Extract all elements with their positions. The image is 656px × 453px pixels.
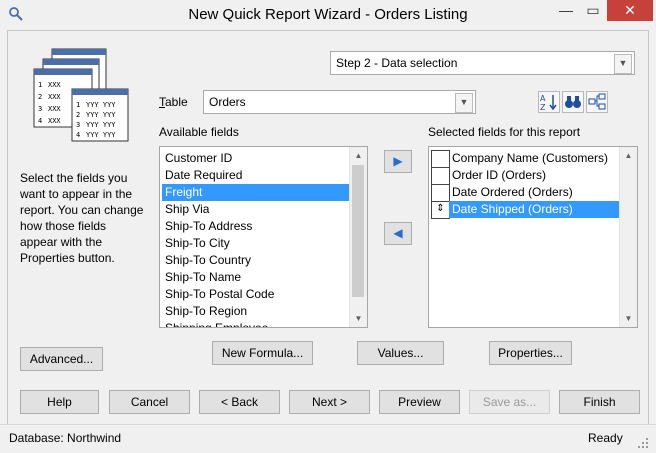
values-button[interactable]: Values... [357, 341, 444, 365]
scroll-up-icon[interactable]: ▲ [350, 147, 367, 164]
minimize-button[interactable]: — [553, 0, 579, 21]
list-item[interactable]: Ship-To Postal Code [162, 286, 351, 303]
field-handle-icon[interactable] [431, 184, 450, 202]
preview-button[interactable]: Preview [379, 390, 460, 414]
svg-text:YYY YYY: YYY YYY [86, 131, 116, 139]
svg-text:1: 1 [38, 81, 42, 89]
list-item[interactable]: Ship-To Address [162, 218, 351, 235]
back-button[interactable]: < Back [199, 390, 280, 414]
svg-text:Z: Z [540, 103, 546, 112]
available-fields-list[interactable]: Customer ID Date Required Freight Ship V… [159, 146, 368, 328]
scroll-thumb[interactable] [352, 165, 364, 297]
table-label: Table [159, 95, 188, 109]
svg-text:XXX: XXX [48, 117, 61, 125]
instructions-text: Select the fields you want to appear in … [20, 171, 144, 265]
chevron-down-icon: ▼ [455, 93, 473, 113]
list-item[interactable]: Ship Via [162, 201, 351, 218]
list-item[interactable]: Customer ID [162, 150, 351, 167]
status-database: Database: Northwind [9, 431, 122, 445]
list-item[interactable]: Date Ordered (Orders) [449, 184, 620, 201]
svg-text:4: 4 [76, 131, 80, 139]
svg-text:XXX: XXX [48, 81, 61, 89]
binoculars-icon[interactable] [562, 91, 584, 113]
svg-text:YYY YYY: YYY YYY [86, 111, 116, 119]
list-item[interactable]: Ship-To Region [162, 303, 351, 320]
list-item[interactable]: Ship-To City [162, 235, 351, 252]
svg-text:1: 1 [76, 101, 80, 109]
maximize-button[interactable]: ▭ [580, 0, 606, 21]
list-item[interactable]: Order ID (Orders) [449, 167, 620, 184]
selected-fields-scrollbar[interactable]: ▲ ▼ [619, 147, 637, 327]
field-handle-icon[interactable] [431, 167, 450, 185]
list-item-selected[interactable]: Date Shipped (Orders) [449, 201, 622, 218]
svg-text:2: 2 [38, 93, 42, 101]
selected-fields-label: Selected fields for this report [428, 125, 581, 139]
list-item-selected[interactable]: Freight [162, 184, 351, 201]
svg-text:2: 2 [76, 111, 80, 119]
svg-text:3: 3 [38, 105, 42, 113]
tree-view-icon[interactable] [586, 91, 608, 113]
list-item[interactable]: Company Name (Customers) [449, 150, 620, 167]
status-state: Ready [588, 431, 623, 445]
sort-icon[interactable]: AZ [538, 91, 560, 113]
svg-text:3: 3 [76, 121, 80, 129]
step-select-value: Step 2 - Data selection [336, 56, 458, 70]
save-as-button[interactable]: Save as... [469, 390, 550, 414]
scroll-down-icon[interactable]: ▼ [620, 310, 637, 327]
field-handle-icon[interactable] [431, 150, 450, 168]
finish-button[interactable]: Finish [559, 390, 640, 414]
selected-fields-list[interactable]: Company Name (Customers) Order ID (Order… [428, 146, 638, 328]
list-item[interactable]: Shipping Employee [162, 320, 351, 327]
new-formula-button[interactable]: New Formula... [212, 341, 313, 365]
list-item[interactable]: Ship-To Name [162, 269, 351, 286]
close-button[interactable]: ✕ [607, 0, 653, 21]
table-select-value: Orders [209, 95, 246, 109]
table-select[interactable]: Orders ▼ [203, 90, 476, 114]
svg-text:A: A [540, 94, 546, 103]
svg-text:YYY YYY: YYY YYY [86, 121, 116, 129]
svg-text:XXX: XXX [48, 105, 61, 113]
reorder-arrows-icon[interactable]: ⇕ [431, 201, 450, 219]
available-fields-scrollbar[interactable]: ▲ ▼ [349, 147, 367, 327]
help-button[interactable]: Help [20, 390, 99, 414]
list-item[interactable]: Date Required [162, 167, 351, 184]
report-illustration-icon: 1 XXX 2 XXX 3 XXX 4 XXX 1 YYY YYY 2 YYY YYY 3Y… [18, 47, 131, 144]
svg-text:YYY YYY: YYY YYY [86, 101, 116, 109]
list-item[interactable]: Ship-To Country [162, 252, 351, 269]
cancel-button[interactable]: Cancel [109, 390, 190, 414]
scroll-down-icon[interactable]: ▼ [350, 310, 367, 327]
svg-text:XXX: XXX [48, 93, 61, 101]
scroll-up-icon[interactable]: ▲ [620, 147, 637, 164]
step-select[interactable]: Step 2 - Data selection ▼ [330, 51, 635, 75]
resize-grip-icon[interactable] [636, 436, 650, 450]
remove-field-button[interactable]: ◀ [384, 222, 412, 245]
available-fields-label: Available fields [159, 125, 239, 139]
svg-text:4: 4 [38, 117, 42, 125]
advanced-button[interactable]: Advanced... [20, 347, 103, 371]
chevron-down-icon: ▼ [614, 54, 632, 74]
properties-button[interactable]: Properties... [489, 341, 572, 365]
add-field-button[interactable]: ▶ [384, 150, 412, 173]
next-button[interactable]: Next > [289, 390, 370, 414]
